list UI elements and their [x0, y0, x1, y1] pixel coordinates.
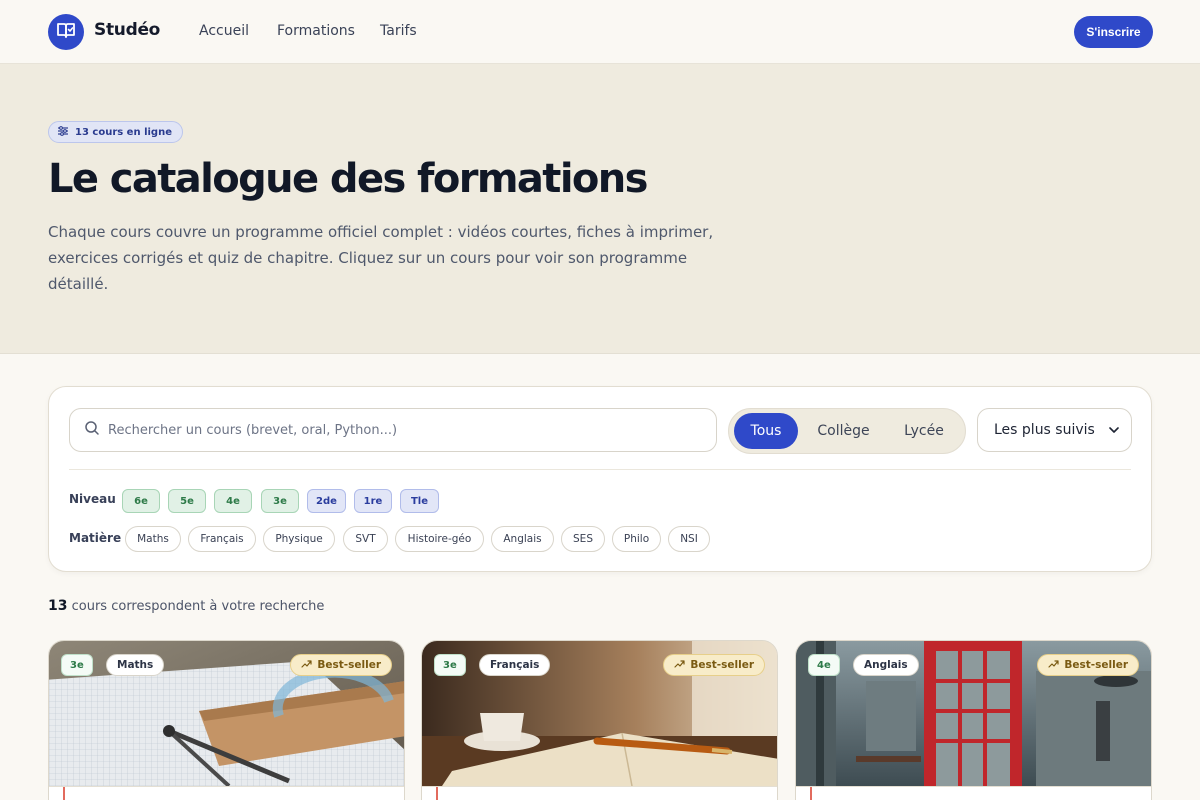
bestseller-badge: Best-seller — [290, 654, 392, 676]
search-box[interactable] — [69, 408, 717, 452]
bestseller-label: Best-seller — [1064, 659, 1128, 671]
page-title: Le catalogue des formations — [48, 156, 648, 202]
level-chip-4e[interactable]: 4e — [214, 489, 252, 513]
subject-chip-philo[interactable]: Philo — [612, 526, 661, 552]
card-level-tag: 4e — [808, 654, 840, 676]
hero-section: 13 cours en ligne Le catalogue des forma… — [0, 64, 1200, 354]
level-chip-6e[interactable]: 6e — [122, 489, 160, 513]
results-text: cours correspondent à votre recherche — [71, 599, 325, 614]
trending-up-icon — [674, 659, 685, 671]
card-footer — [49, 786, 404, 800]
segment-college[interactable]: Collège — [806, 413, 881, 449]
subject-chip-ses[interactable]: SES — [561, 526, 605, 552]
bestseller-badge: Best-seller — [1037, 654, 1139, 676]
card-accent-line — [810, 787, 812, 800]
subject-chip-anglais[interactable]: Anglais — [491, 526, 554, 552]
book-icon — [56, 21, 76, 43]
search-input[interactable] — [108, 422, 688, 438]
subject-chip-maths[interactable]: Maths — [125, 526, 181, 552]
card-accent-line — [436, 787, 438, 800]
card-footer — [422, 786, 777, 800]
bestseller-label: Best-seller — [317, 659, 381, 671]
panel-divider — [69, 469, 1131, 470]
sort-value: Les plus suivis — [994, 422, 1095, 438]
subject-chip-physique[interactable]: Physique — [263, 526, 335, 552]
level-chip-1re[interactable]: 1re — [354, 489, 392, 513]
badge-label: 13 cours en ligne — [75, 126, 172, 138]
chevron-down-icon — [1109, 422, 1119, 438]
bestseller-badge: Best-seller — [663, 654, 765, 676]
course-count-badge: 13 cours en ligne — [48, 121, 183, 143]
subject-filter-label: Matière — [69, 531, 122, 545]
results-count: 13 cours correspondent à votre recherche — [48, 598, 324, 614]
segment-lycee[interactable]: Lycée — [889, 413, 959, 449]
nav-link-tarifs[interactable]: Tarifs — [380, 23, 417, 39]
subject-chip-nsi[interactable]: NSI — [668, 526, 710, 552]
brand-name[interactable]: Studéo — [94, 20, 160, 40]
logo[interactable] — [48, 14, 84, 50]
results-number: 13 — [48, 598, 68, 614]
card-accent-line — [63, 787, 65, 800]
card-level-tag: 3e — [61, 654, 93, 676]
level-chip-3e[interactable]: 3e — [261, 489, 299, 513]
card-subject-tag: Français — [479, 654, 551, 676]
search-icon — [84, 420, 100, 440]
course-card-francais[interactable]: 3e Français Best-seller — [421, 640, 778, 800]
card-footer — [796, 786, 1151, 800]
card-subject-tag: Maths — [106, 654, 165, 676]
subject-chip-svt[interactable]: SVT — [343, 526, 388, 552]
nav-link-accueil[interactable]: Accueil — [199, 23, 249, 39]
segment-tous[interactable]: Tous — [734, 413, 798, 449]
trending-up-icon — [301, 659, 312, 671]
subject-chip-histoire-geo[interactable]: Histoire-géo — [395, 526, 484, 552]
nav-link-formations[interactable]: Formations — [277, 23, 355, 39]
subject-chip-francais[interactable]: Français — [188, 526, 256, 552]
filter-panel: Tous Collège Lycée Les plus suivis Nivea… — [48, 386, 1152, 572]
level-group-toggle: Tous Collège Lycée — [728, 408, 966, 454]
card-level-tag: 3e — [434, 654, 466, 676]
level-chip-2de[interactable]: 2de — [307, 489, 346, 513]
signup-button[interactable]: S'inscrire — [1074, 16, 1153, 48]
sort-select[interactable]: Les plus suivis — [977, 408, 1132, 452]
top-navigation-bar: Studéo Accueil Formations Tarifs S'inscr… — [0, 0, 1200, 64]
level-chip-5e[interactable]: 5e — [168, 489, 206, 513]
course-card-maths[interactable]: 3e Maths Best-seller — [48, 640, 405, 800]
course-card-anglais[interactable]: 4e Anglais Best-seller — [795, 640, 1152, 800]
filter-sliders-icon — [57, 125, 69, 139]
page-subtitle: Chaque cours couvre un programme officie… — [48, 223, 714, 293]
bestseller-label: Best-seller — [690, 659, 754, 671]
level-chip-tle[interactable]: Tle — [400, 489, 439, 513]
level-filter-label: Niveau — [69, 492, 116, 506]
trending-up-icon — [1048, 659, 1059, 671]
card-subject-tag: Anglais — [853, 654, 919, 676]
